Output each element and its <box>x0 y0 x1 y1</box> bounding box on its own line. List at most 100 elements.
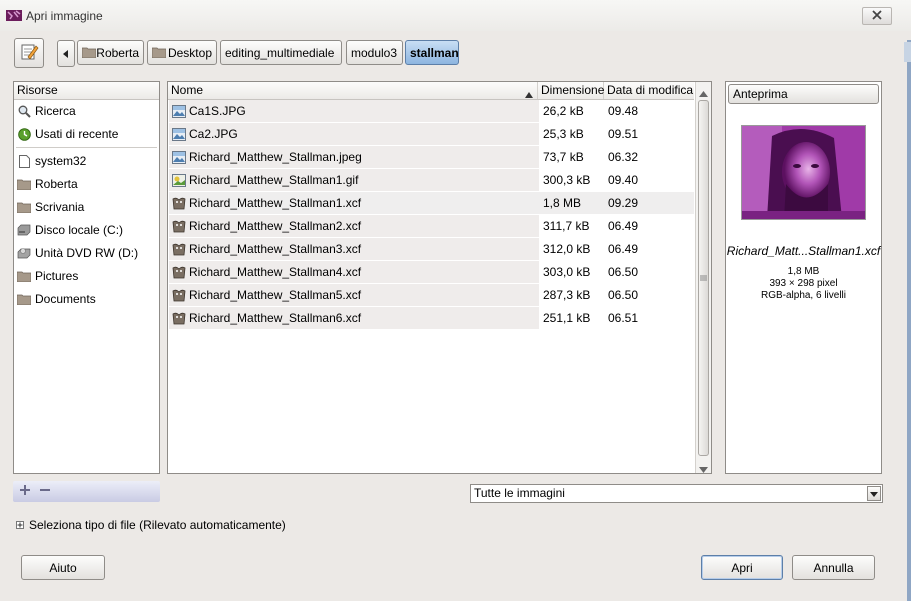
sidebar-item-disco-locale[interactable]: Disco locale (C:) <box>14 219 159 241</box>
file-date: 06.49 <box>608 242 639 256</box>
breadcrumb-stallman[interactable]: stallman <box>405 40 459 65</box>
places-sidebar: Risorse Ricerca Usati di recente system3… <box>13 81 160 474</box>
file-size: 26,2 kB <box>543 104 584 118</box>
file-filter-select[interactable]: Tutte le immagini <box>470 484 883 503</box>
scroll-down-icon[interactable] <box>699 462 708 476</box>
preview-thumbnail <box>741 125 866 220</box>
file-row[interactable]: Richard_Matthew_Stallman1.xcf 1,8 MB 09.… <box>169 192 694 215</box>
open-button-label: Apri <box>731 560 753 575</box>
sidebar-item-roberta[interactable]: Roberta <box>14 173 159 195</box>
close-icon <box>872 9 882 23</box>
preview-header-button[interactable]: Anteprima <box>728 84 879 104</box>
breadcrumb-desktop[interactable]: Desktop <box>147 40 217 65</box>
file-filter-value: Tutte le immagini <box>474 486 565 500</box>
breadcrumb-roberta[interactable]: Roberta <box>77 40 144 65</box>
file-name: Richard_Matthew_Stallman6.xcf <box>189 311 362 325</box>
close-button[interactable] <box>862 7 892 25</box>
window-title: Apri immagine <box>26 9 103 23</box>
file-list-scrollbar[interactable] <box>695 82 711 473</box>
file-size: 287,3 kB <box>543 288 591 302</box>
file-row[interactable]: Richard_Matthew_Stallman4.xcf 303,0 kB 0… <box>169 261 694 284</box>
file-size: 73,7 kB <box>543 150 584 164</box>
chevron-left-icon <box>63 47 69 61</box>
sidebar-item-label: Ricerca <box>35 104 76 118</box>
file-date: 09.51 <box>608 127 639 141</box>
scrollbar-thumb[interactable] <box>698 100 709 456</box>
help-button-label: Aiuto <box>49 560 77 575</box>
sidebar-item-system32[interactable]: system32 <box>14 150 159 172</box>
sidebar-item-scrivania[interactable]: Scrivania <box>14 196 159 218</box>
file-row[interactable]: Richard_Matthew_Stallman.jpeg 73,7 kB 06… <box>169 146 694 169</box>
title-bar[interactable]: Apri immagine <box>0 0 911 31</box>
file-size: 1,8 MB <box>543 196 582 210</box>
sort-ascending-icon <box>525 87 533 101</box>
file-row[interactable]: Ca2.JPG 25,3 kB 09.51 <box>169 123 694 146</box>
sidebar-item-dvd-drive[interactable]: Unità DVD RW (D:) <box>14 242 159 264</box>
file-date: 06.49 <box>608 219 639 233</box>
sidebar-item-pictures[interactable]: Pictures <box>14 265 159 287</box>
sidebar-item-label: Scrivania <box>35 200 85 214</box>
cancel-button[interactable]: Annulla <box>792 555 875 580</box>
sidebar-header[interactable]: Risorse <box>14 82 159 100</box>
file-size: 25,3 kB <box>543 127 584 141</box>
column-header-name[interactable]: Nome <box>168 82 538 99</box>
file-date: 06.50 <box>608 288 639 302</box>
xcf-file-icon <box>172 289 186 302</box>
filetype-expander-label: Seleziona tipo di file (Rilevato automat… <box>29 518 286 532</box>
image-file-icon <box>172 128 186 141</box>
folder-icon <box>17 269 31 283</box>
folder-icon <box>152 47 166 58</box>
file-row[interactable]: Richard_Matthew_Stallman5.xcf 287,3 kB 0… <box>169 284 694 307</box>
cancel-button-label: Annulla <box>813 560 854 575</box>
breadcrumb-modulo3[interactable]: modulo3 <box>346 40 403 65</box>
sidebar-item-label: Roberta <box>35 177 78 191</box>
xcf-file-icon <box>172 266 186 279</box>
file-date: 06.32 <box>608 150 639 164</box>
preview-pane: Anteprima Richard_Matt...Stallman1.xcf 1… <box>725 81 882 474</box>
column-header-label: Dimensione <box>541 83 605 97</box>
file-name: Richard_Matthew_Stallman5.xcf <box>189 288 362 302</box>
breadcrumb-editing-multimediale[interactable]: editing_multimediale <box>220 40 342 65</box>
search-icon <box>17 104 31 118</box>
breadcrumb-label: Desktop <box>167 45 212 60</box>
column-header-size[interactable]: Dimensione <box>538 82 604 99</box>
sidebar-item-label: Usati di recente <box>35 127 119 141</box>
filter-dropdown-button[interactable] <box>867 486 881 501</box>
sidebar-separator <box>16 147 157 148</box>
chevron-down-icon <box>870 485 878 502</box>
sidebar-item-ricerca[interactable]: Ricerca <box>14 100 159 122</box>
sidebar-item-label: Unità DVD RW (D:) <box>35 246 139 260</box>
file-row[interactable]: Richard_Matthew_Stallman1.gif 300,3 kB 0… <box>169 169 694 192</box>
file-name: Richard_Matthew_Stallman1.gif <box>189 173 359 187</box>
type-location-button[interactable] <box>14 38 44 68</box>
file-size: 312,0 kB <box>543 242 591 256</box>
file-row[interactable]: Richard_Matthew_Stallman2.xcf 311,7 kB 0… <box>169 215 694 238</box>
open-button[interactable]: Apri <box>701 555 783 580</box>
file-row[interactable]: Ca1S.JPG 26,2 kB 09.48 <box>169 100 694 123</box>
sidebar-item-documents[interactable]: Documents <box>14 288 159 310</box>
column-header-date[interactable]: Data di modifica <box>604 82 694 99</box>
file-size: 251,1 kB <box>543 311 591 325</box>
file-row[interactable]: Richard_Matthew_Stallman3.xcf 312,0 kB 0… <box>169 238 694 261</box>
xcf-file-icon <box>172 220 186 233</box>
window-edge <box>907 40 911 601</box>
add-bookmark-icon[interactable] <box>19 484 31 499</box>
sidebar-item-recenti[interactable]: Usati di recente <box>14 123 159 145</box>
folder-icon <box>17 200 31 214</box>
pencil-edit-icon <box>19 42 39 65</box>
path-back-button[interactable] <box>57 40 75 67</box>
file-date: 06.51 <box>608 311 639 325</box>
scroll-up-icon[interactable] <box>699 86 708 100</box>
file-size: 303,0 kB <box>543 265 591 279</box>
file-date: 09.48 <box>608 104 639 118</box>
file-date: 09.40 <box>608 173 639 187</box>
remove-bookmark-icon[interactable] <box>39 484 51 499</box>
file-name: Richard_Matthew_Stallman3.xcf <box>189 242 362 256</box>
sidebar-item-label: Pictures <box>35 269 79 283</box>
filetype-expander[interactable]: Seleziona tipo di file (Rilevato automat… <box>16 518 286 532</box>
help-button[interactable]: Aiuto <box>21 555 105 580</box>
file-row[interactable]: Richard_Matthew_Stallman6.xcf 251,1 kB 0… <box>169 307 694 330</box>
folder-icon <box>17 292 31 306</box>
breadcrumb-label: stallman <box>410 45 459 60</box>
image-file-icon <box>172 105 186 118</box>
